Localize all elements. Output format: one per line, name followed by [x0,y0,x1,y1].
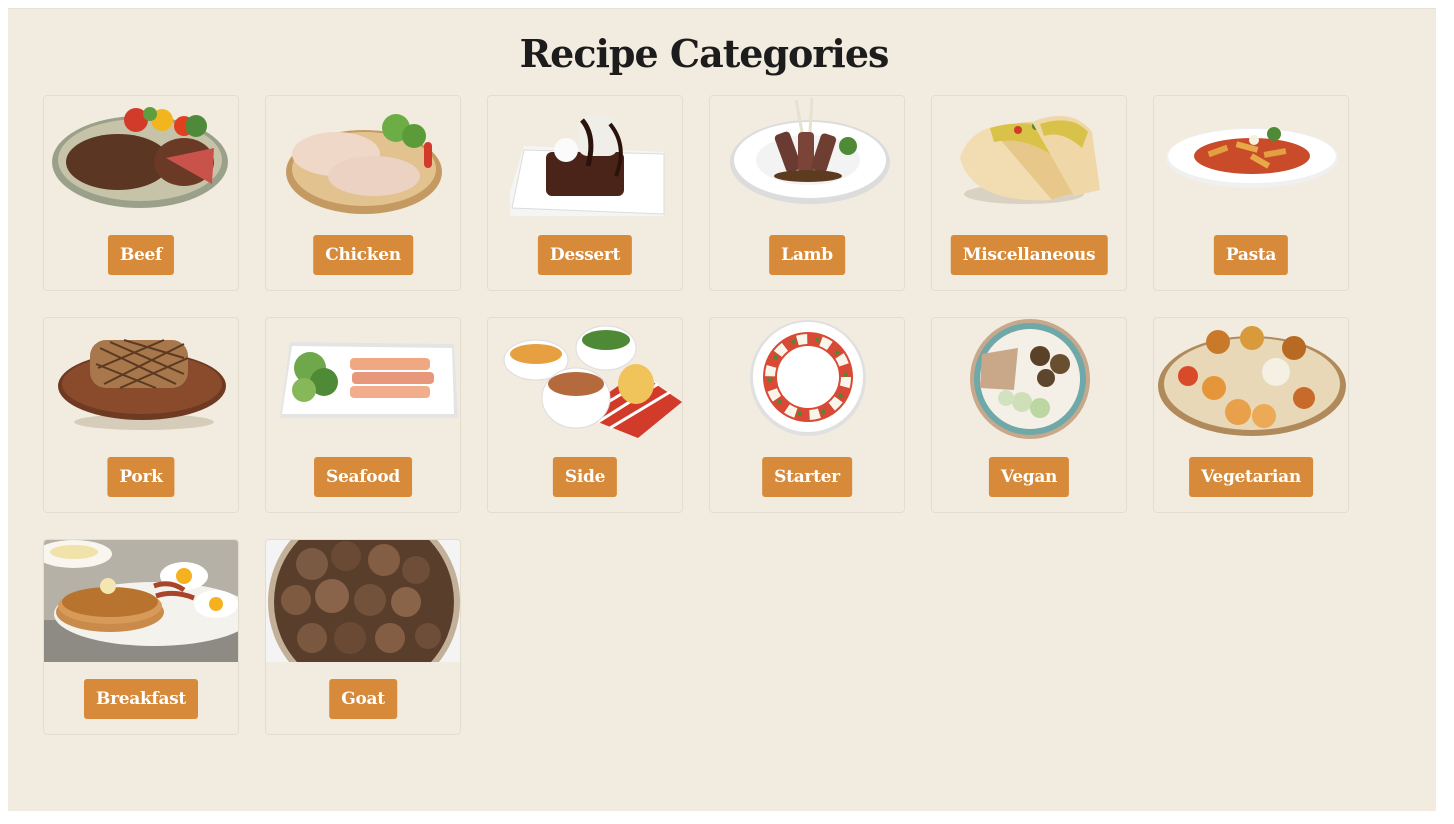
category-button-chicken[interactable]: Chicken [313,235,413,275]
category-card-beef[interactable]: Beef [43,95,239,291]
category-button-breakfast[interactable]: Breakfast [84,679,198,719]
starter-image[interactable] [710,318,905,440]
pasta-image[interactable] [1154,96,1349,218]
category-button-pork[interactable]: Pork [107,457,175,497]
category-button-lamb[interactable]: Lamb [769,235,845,275]
category-button-pasta[interactable]: Pasta [1213,235,1289,275]
page-title: Recipe Categories [519,31,890,76]
beef-image[interactable] [44,96,239,218]
vegan-image[interactable] [932,318,1127,440]
goat-image[interactable] [266,540,461,662]
category-button-goat[interactable]: Goat [329,679,397,719]
category-button-side[interactable]: Side [552,457,618,497]
pork-image[interactable] [44,318,239,440]
lamb-image[interactable] [710,96,905,218]
breakfast-image[interactable] [44,540,239,662]
category-card-pasta[interactable]: Pasta [1153,95,1349,291]
category-card-lamb[interactable]: Lamb [709,95,905,291]
category-button-dessert[interactable]: Dessert [537,235,633,275]
side-image[interactable] [488,318,683,440]
category-card-pork[interactable]: Pork [43,317,239,513]
category-card-vegan[interactable]: Vegan [931,317,1127,513]
category-button-vegan[interactable]: Vegan [988,457,1070,497]
category-card-seafood[interactable]: Seafood [265,317,461,513]
category-button-beef[interactable]: Beef [107,235,175,275]
category-card-vegetarian[interactable]: Vegetarian [1153,317,1349,513]
category-button-miscellaneous[interactable]: Miscellaneous [950,235,1108,275]
category-card-miscellaneous[interactable]: Miscellaneous [931,95,1127,291]
seafood-image[interactable] [266,318,461,440]
category-card-side[interactable]: Side [487,317,683,513]
vegetarian-image[interactable] [1154,318,1349,440]
category-card-goat[interactable]: Goat [265,539,461,735]
category-button-vegetarian[interactable]: Vegetarian [1189,457,1313,497]
page-container: Recipe Categories Beef Chicken Dessert L… [8,8,1436,811]
category-card-chicken[interactable]: Chicken [265,95,461,291]
dessert-image[interactable] [488,96,683,218]
category-card-dessert[interactable]: Dessert [487,95,683,291]
miscellaneous-image[interactable] [932,96,1127,218]
category-button-seafood[interactable]: Seafood [314,457,412,497]
chicken-image[interactable] [266,96,461,218]
category-card-starter[interactable]: Starter [709,317,905,513]
category-button-starter[interactable]: Starter [762,457,852,497]
category-card-breakfast[interactable]: Breakfast [43,539,239,735]
